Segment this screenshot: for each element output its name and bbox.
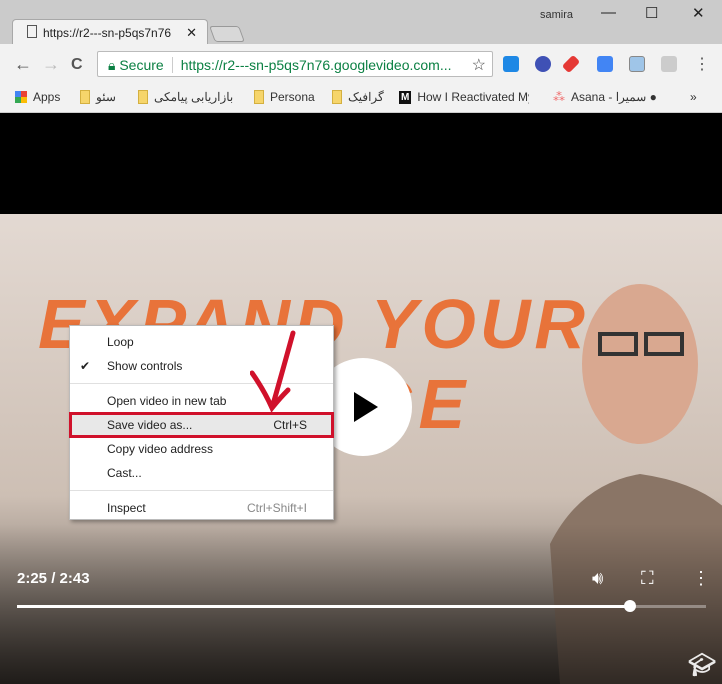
extension-icon[interactable]	[535, 56, 551, 72]
apps-grid-icon	[15, 91, 27, 103]
menu-divider	[70, 490, 333, 491]
volume-icon[interactable]: 🔊︎	[592, 568, 603, 589]
bookmark-folder[interactable]: بازاریابی پیامکی	[138, 90, 233, 104]
google-translate-icon[interactable]	[597, 56, 613, 72]
bookmark-star-icon[interactable]: ☆	[472, 55, 486, 75]
title-bar: https://r2---sn-p5qs7n76 ✕ samira — ☐ ✕	[0, 0, 722, 45]
extension-icon[interactable]	[503, 56, 519, 72]
secure-label: Secure	[119, 57, 164, 73]
folder-icon	[332, 90, 342, 104]
progress-fill	[17, 605, 631, 608]
bookmark-folder[interactable]: Persona	[254, 90, 315, 104]
bookmark-link[interactable]: ⁂ Asana - سمیرا ●	[553, 90, 657, 104]
back-button[interactable]: ←	[14, 54, 32, 75]
close-window-button[interactable]: ✕	[692, 4, 705, 22]
tab-close-icon[interactable]: ✕	[186, 25, 197, 41]
lock-icon: 🔒︎	[108, 57, 116, 73]
browser-menu-icon[interactable]: ⋮	[694, 54, 710, 74]
minimize-button[interactable]: —	[601, 4, 616, 21]
bookmark-apps[interactable]: Apps	[15, 90, 60, 104]
reload-button[interactable]: C	[71, 56, 83, 74]
menu-item-copy-video-address[interactable]: Copy video address	[70, 437, 333, 461]
bookmark-link[interactable]: M How I Reactivated My	[399, 90, 529, 104]
bookmarks-overflow-button[interactable]: »	[690, 90, 697, 104]
toolbar: ← → C 🔒︎ Secure https://r2---sn-p5qs7n76.…	[0, 44, 722, 84]
annotation-arrow-icon	[250, 330, 296, 413]
new-tab-button[interactable]	[209, 26, 245, 42]
watermark-logo: 🎓︎	[688, 652, 716, 677]
camera-icon[interactable]	[661, 56, 677, 72]
bookmarks-bar: Apps سئو بازاریابی پیامکی Persona گرافیک…	[0, 84, 722, 113]
folder-icon	[80, 90, 90, 104]
extension-icon[interactable]	[629, 56, 645, 72]
folder-icon	[138, 90, 148, 104]
bookmark-folder[interactable]: سئو	[80, 90, 116, 104]
controls-gradient	[0, 524, 722, 684]
progress-bar[interactable]	[17, 600, 706, 612]
maximize-button[interactable]: ☐	[645, 4, 658, 22]
url-text: https://r2---sn-p5qs7n76.googlevideo.com…	[180, 57, 452, 73]
bookmark-folder[interactable]: گرافیک	[332, 90, 384, 104]
medium-icon: M	[399, 90, 412, 104]
address-bar[interactable]: 🔒︎ Secure https://r2---sn-p5qs7n76.google…	[97, 51, 493, 77]
page-icon	[27, 25, 37, 38]
profile-name[interactable]: samira	[540, 9, 573, 21]
menu-item-inspect[interactable]: Inspect Ctrl+Shift+I	[70, 496, 333, 520]
rocket-extension-icon[interactable]	[561, 54, 581, 74]
checkmark-icon: ✔	[80, 359, 91, 373]
folder-icon	[254, 90, 264, 104]
asana-icon: ⁂	[553, 90, 565, 104]
forward-button[interactable]: →	[42, 54, 60, 75]
menu-item-cast[interactable]: Cast...	[70, 461, 333, 485]
fullscreen-icon[interactable]: ⛶	[641, 568, 654, 589]
video-time: 2:25 / 2:43	[17, 570, 90, 587]
more-options-icon[interactable]: ⋮	[692, 568, 710, 589]
browser-tab[interactable]: https://r2---sn-p5qs7n76 ✕	[12, 19, 208, 45]
tab-title: https://r2---sn-p5qs7n76	[43, 26, 172, 40]
